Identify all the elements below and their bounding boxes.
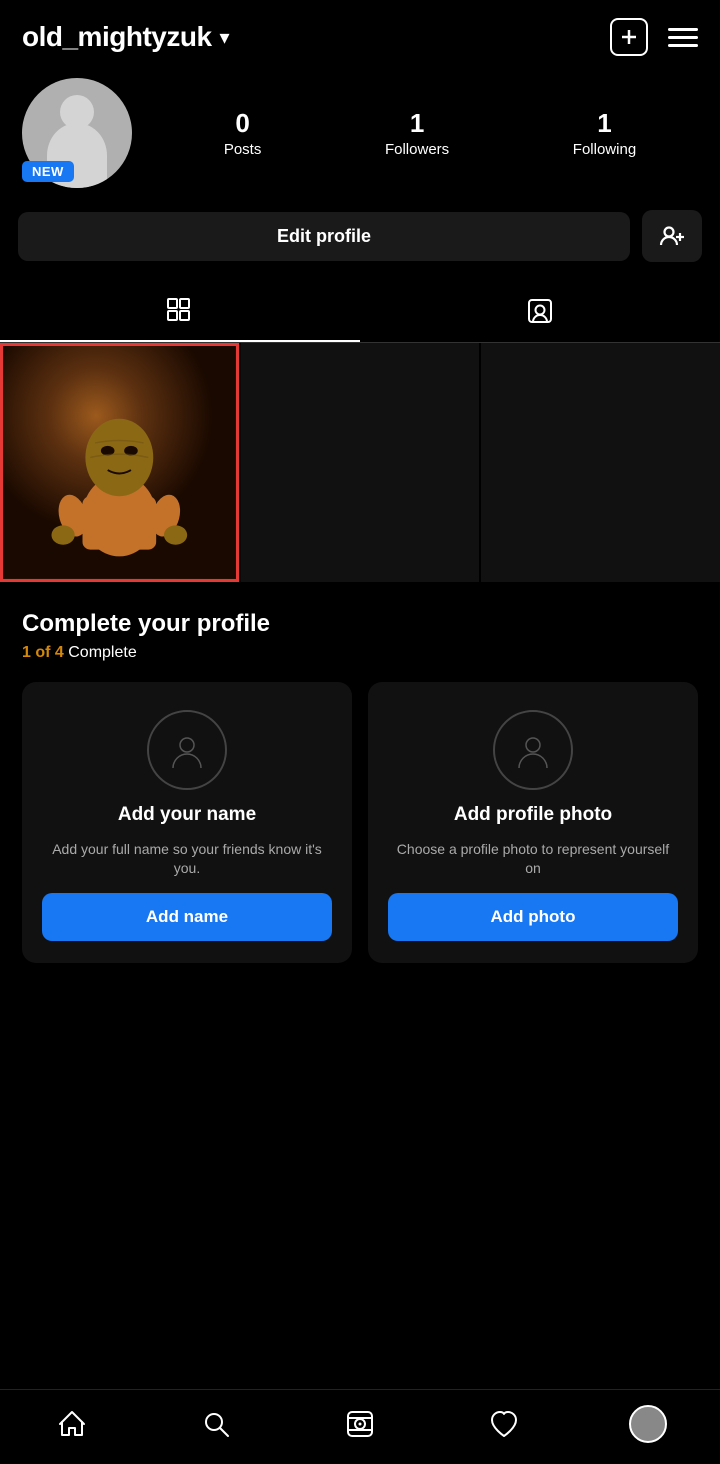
buttons-row: Edit profile: [0, 206, 720, 282]
edit-profile-button[interactable]: Edit profile: [18, 212, 630, 261]
complete-profile-title: Complete your profile: [22, 610, 698, 638]
post-thumbnail-empty-2: [481, 343, 720, 582]
hamburger-menu-icon: [668, 28, 698, 47]
nav-reels[interactable]: [335, 1404, 385, 1444]
tabs-row: [0, 282, 720, 343]
nav-activity[interactable]: [479, 1404, 529, 1444]
nav-profile[interactable]: [623, 1404, 673, 1444]
avatar-wrap: NEW: [22, 78, 142, 188]
bottom-nav: [0, 1389, 720, 1464]
chevron-down-icon[interactable]: ▾: [220, 25, 230, 50]
add-name-card-desc: Add your full name so your friends know …: [42, 840, 332, 879]
add-photo-card-desc: Choose a profile photo to represent your…: [388, 840, 678, 879]
following-count: 1: [597, 108, 611, 139]
add-name-icon-circle: [147, 710, 227, 790]
plus-square-icon: [610, 18, 648, 56]
add-photo-button[interactable]: Add photo: [388, 893, 678, 941]
post-thumbnail-groot[interactable]: [0, 343, 239, 582]
header-right: [610, 18, 698, 56]
complete-profile-progress: 1 of 4 Complete: [22, 644, 698, 662]
add-name-card-title: Add your name: [118, 804, 256, 826]
new-badge: NEW: [22, 161, 74, 182]
new-post-button[interactable]: [610, 18, 648, 56]
followers-label: Followers: [385, 141, 449, 158]
post-thumbnail-empty-1: [241, 343, 480, 582]
nav-search[interactable]: [191, 1404, 241, 1444]
complete-profile-section: Complete your profile 1 of 4 Complete Ad…: [0, 582, 720, 983]
add-photo-icon-circle: [493, 710, 573, 790]
posts-grid: [0, 343, 720, 582]
nav-home[interactable]: [47, 1404, 97, 1444]
following-label: Following: [573, 141, 636, 158]
posts-count: 0: [235, 108, 249, 139]
posts-label: Posts: [224, 141, 262, 158]
complete-card-add-photo: Add profile photo Choose a profile photo…: [368, 682, 698, 963]
progress-highlight: 1 of 4: [22, 644, 64, 661]
add-photo-card-title: Add profile photo: [454, 804, 612, 826]
add-name-button[interactable]: Add name: [42, 893, 332, 941]
progress-rest: Complete: [64, 644, 137, 661]
nav-profile-avatar: [629, 1405, 667, 1443]
header: old_mightyzuk ▾: [0, 0, 720, 68]
stat-followers[interactable]: 1 Followers: [385, 108, 449, 158]
add-friend-button[interactable]: [642, 210, 702, 262]
stat-following[interactable]: 1 Following: [573, 108, 636, 158]
username[interactable]: old_mightyzuk: [22, 21, 212, 53]
stats-row: 0 Posts 1 Followers 1 Following: [162, 108, 698, 158]
stat-posts[interactable]: 0 Posts: [224, 108, 262, 158]
followers-count: 1: [410, 108, 424, 139]
menu-button[interactable]: [668, 28, 698, 47]
profile-row: NEW 0 Posts 1 Followers 1 Following: [0, 68, 720, 206]
complete-card-add-name: Add your name Add your full name so your…: [22, 682, 352, 963]
tab-grid[interactable]: [0, 282, 360, 342]
tab-tagged[interactable]: [360, 282, 720, 342]
complete-cards: Add your name Add your full name so your…: [22, 682, 698, 963]
header-left: old_mightyzuk ▾: [22, 21, 230, 53]
groot-image: [3, 346, 236, 579]
